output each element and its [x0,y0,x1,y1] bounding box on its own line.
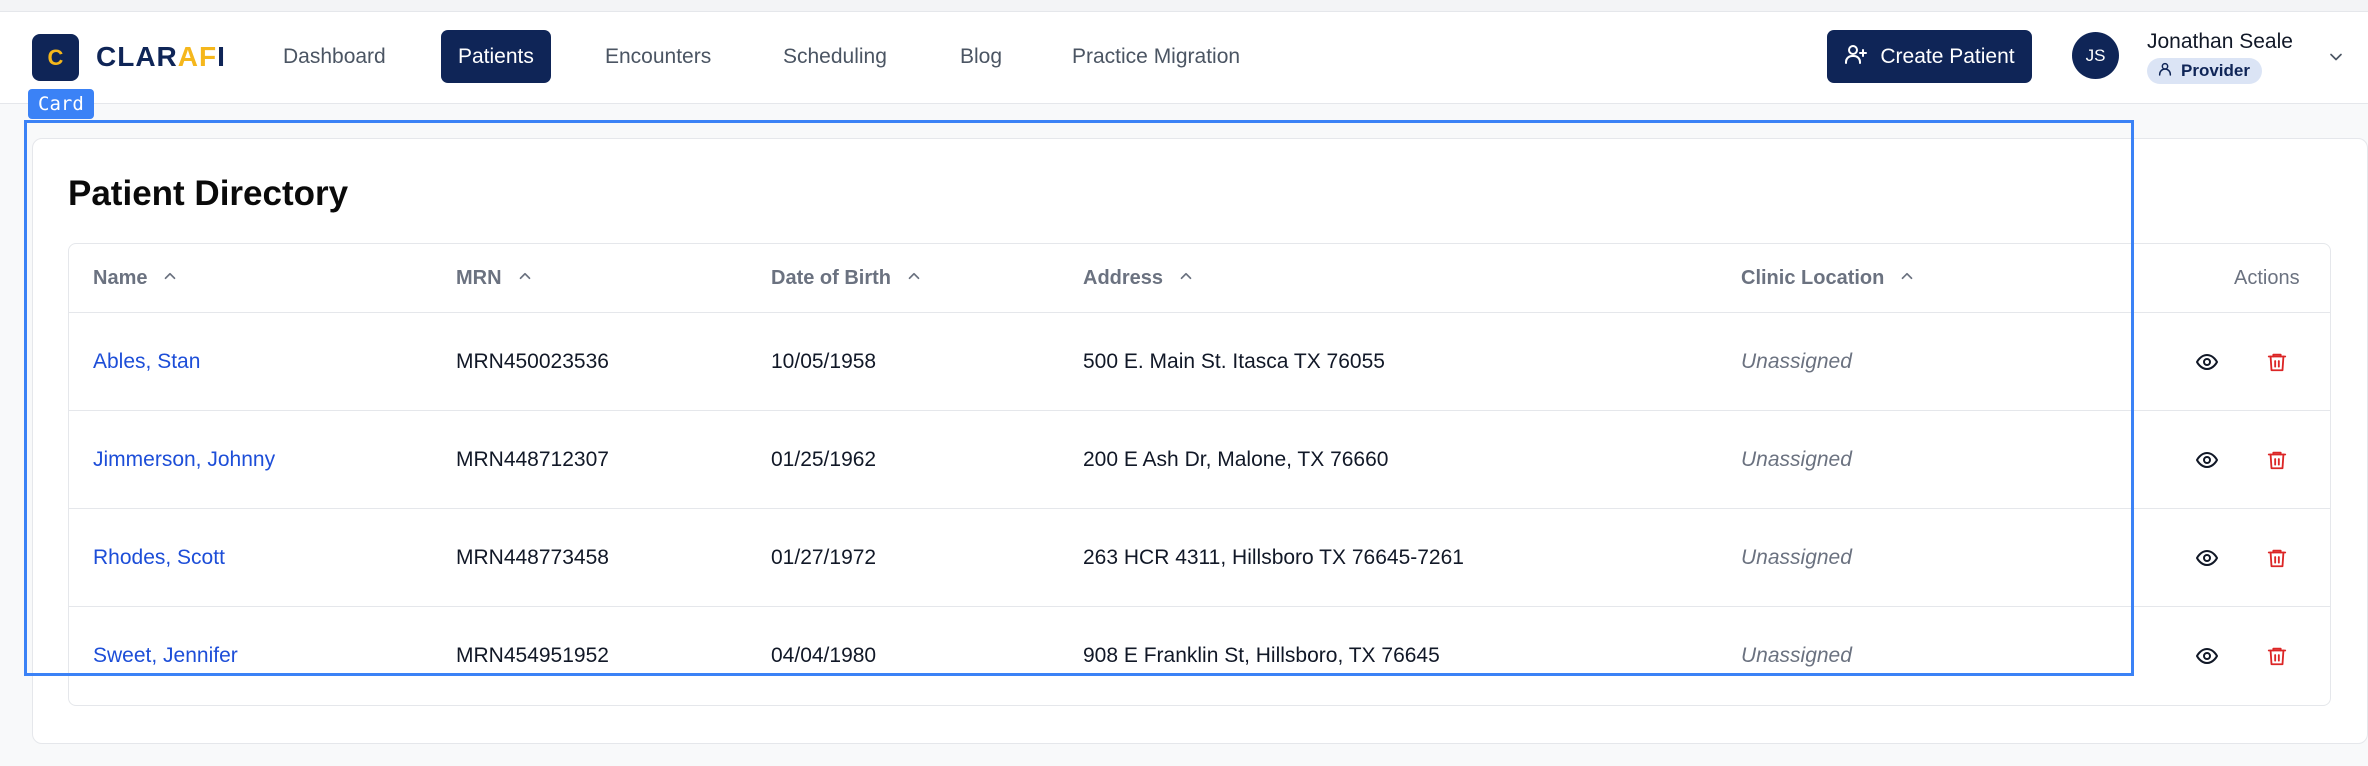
nav-item-blog[interactable]: Blog [943,30,1019,83]
card-highlight-tag: Card [28,89,94,119]
trash-icon[interactable] [2263,642,2291,670]
patient-dob: 04/04/1980 [771,644,877,667]
patient-mrn: MRN454951952 [456,644,609,667]
patient-mrn: MRN448712307 [456,448,609,471]
table-row: Ables, Stan MRN450023536 10/05/1958 500 … [69,313,2330,411]
role-badge: Provider [2147,58,2262,84]
patient-name-link[interactable]: Jimmerson, Johnny [93,411,275,509]
trash-icon[interactable] [2263,544,2291,572]
patient-name-link[interactable]: Rhodes, Scott [93,509,225,607]
nav-item-patients[interactable]: Patients [441,30,551,83]
nav-item-encounters[interactable]: Encounters [588,30,728,83]
patient-name-link[interactable]: Ables, Stan [93,313,200,411]
eye-icon[interactable] [2193,642,2221,670]
create-patient-label: Create Patient [1880,44,2015,68]
column-header-dob[interactable]: Date of Birth [771,244,923,313]
patient-clinic-location: Unassigned [1741,644,1852,667]
top-strip [0,0,2368,12]
patient-clinic-location: Unassigned [1741,448,1852,471]
nav-item-practice-migration[interactable]: Practice Migration [1055,30,1257,83]
eye-icon[interactable] [2193,544,2221,572]
column-label-address: Address [1083,267,1164,289]
page-title: Patient Directory [68,174,349,213]
patient-dob: 10/05/1958 [771,350,877,373]
column-label-dob: Date of Birth [771,267,891,289]
patient-mrn: MRN450023536 [456,350,609,373]
column-label-actions: Actions [2234,267,2300,289]
trash-icon[interactable] [2263,348,2291,376]
user-name[interactable]: Jonathan Seale [2147,28,2293,56]
chevron-down-icon[interactable] [2326,47,2346,72]
role-label: Provider [2181,61,2250,80]
logo-letter: C [47,44,64,70]
chevron-up-icon [1177,267,1195,291]
column-header-actions: Actions [2234,244,2300,313]
table-row: Sweet, Jennifer MRN454951952 04/04/1980 … [69,607,2330,705]
user-avatar[interactable]: JS [2072,32,2119,79]
user-icon [2157,61,2173,82]
chevron-up-icon [905,267,923,291]
column-header-mrn[interactable]: MRN [456,244,534,313]
patient-dob: 01/27/1972 [771,546,877,569]
patient-name-link[interactable]: Sweet, Jennifer [93,607,238,705]
eye-icon[interactable] [2193,446,2221,474]
table-row: Rhodes, Scott MRN448773458 01/27/1972 26… [69,509,2330,607]
patient-address: 200 E Ash Dr, Malone, TX 76660 [1083,448,1389,471]
nav-item-dashboard[interactable]: Dashboard [266,30,403,83]
column-label-name: Name [93,267,148,289]
nav-item-scheduling[interactable]: Scheduling [766,30,904,83]
top-navbar: C CLARAFI Dashboard Patients Encounters … [0,12,2368,104]
table-header: Name MRN Date of Birth Address Clinic Lo… [69,244,2330,313]
patient-mrn: MRN448773458 [456,546,609,569]
create-patient-button[interactable]: Create Patient [1827,30,2032,83]
column-label-location: Clinic Location [1741,267,1885,289]
patient-clinic-location: Unassigned [1741,350,1852,373]
patient-clinic-location: Unassigned [1741,546,1852,569]
table-row: Jimmerson, Johnny MRN448712307 01/25/196… [69,411,2330,509]
patient-dob: 01/25/1962 [771,448,877,471]
patient-address: 263 HCR 4311, Hillsboro TX 76645-7261 [1083,546,1464,569]
column-label-mrn: MRN [456,267,502,289]
chevron-up-icon [516,267,534,291]
chevron-up-icon [161,267,179,291]
logo-suffix: I [217,41,226,72]
logo-wordmark[interactable]: CLARAFI [96,39,226,75]
patient-table: Name MRN Date of Birth Address Clinic Lo… [68,243,2331,706]
logo-mark[interactable]: C [32,34,79,81]
trash-icon[interactable] [2263,446,2291,474]
patient-address: 908 E Franklin St, Hillsboro, TX 76645 [1083,644,1440,667]
column-header-address[interactable]: Address [1083,244,1195,313]
patient-address: 500 E. Main St. Itasca TX 76055 [1083,350,1385,373]
column-header-location[interactable]: Clinic Location [1741,244,1916,313]
user-plus-icon [1844,42,1868,72]
logo-prefix: CLAR [96,41,178,72]
column-header-name[interactable]: Name [93,244,179,313]
logo-accent: AF [177,41,218,72]
eye-icon[interactable] [2193,348,2221,376]
user-initials: JS [2085,45,2106,65]
chevron-up-icon [1898,267,1916,291]
